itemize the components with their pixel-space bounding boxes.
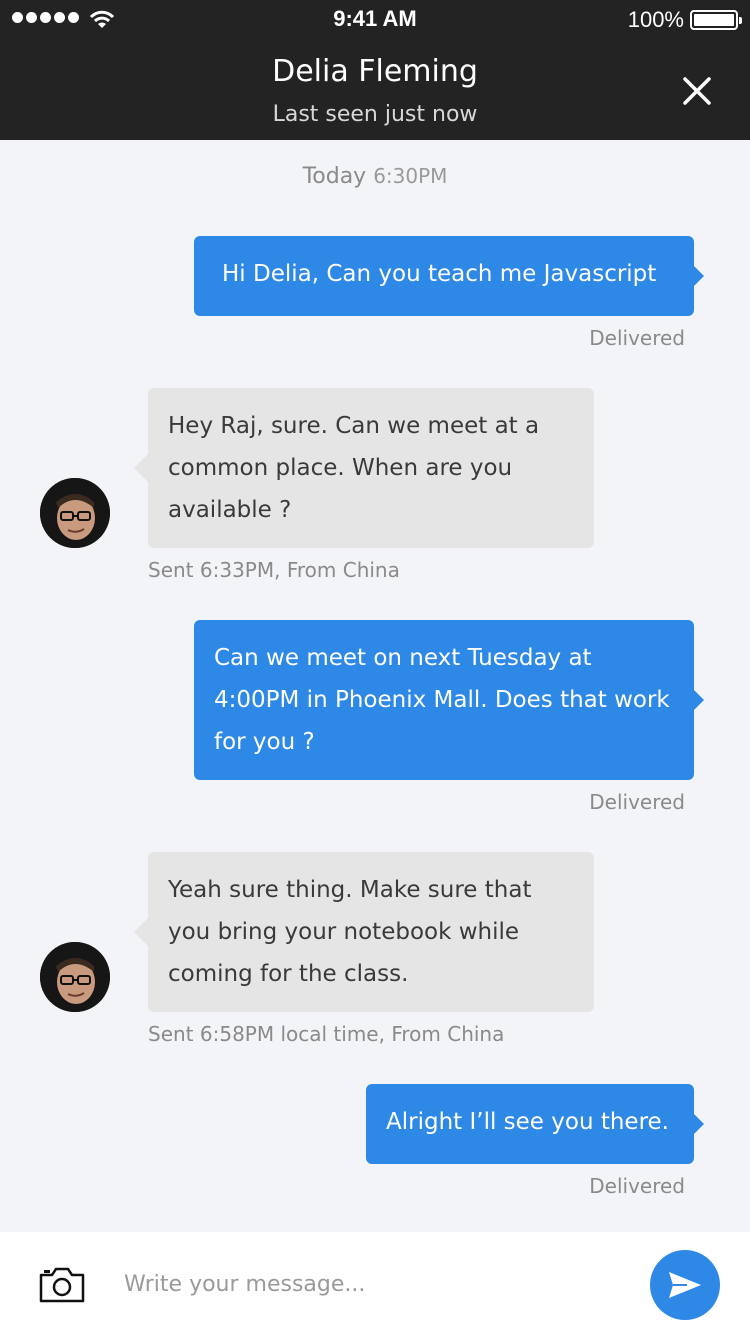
sent-info: Sent 6:33PM, From China — [148, 558, 400, 582]
outgoing-message-bubble[interactable]: Hi Delia, Can you teach me Javascript — [194, 236, 704, 316]
send-icon — [669, 1272, 701, 1298]
date-day: Today — [302, 164, 367, 189]
contact-name: Delia Fleming — [272, 54, 478, 89]
avatar[interactable] — [40, 942, 110, 1012]
message-text: Hey Raj, sure. Can we meet at a common p… — [168, 413, 540, 523]
message-text: Can we meet on next Tuesday at 4:00PM in… — [214, 645, 670, 755]
battery-percentage: 100% — [627, 7, 684, 32]
last-seen-status: Last seen just now — [272, 102, 478, 127]
close-icon[interactable] — [682, 76, 712, 106]
battery-icon — [690, 10, 742, 30]
delivery-status: Delivered — [589, 790, 685, 814]
delivery-status: Delivered — [589, 1174, 685, 1198]
message-composer — [0, 1232, 750, 1334]
chat-header: Delia Fleming Last seen just now — [0, 40, 750, 140]
avatar-image — [40, 942, 110, 1012]
outgoing-message-bubble[interactable]: Alright I’ll see you there. — [366, 1084, 704, 1164]
avatar-image — [40, 478, 110, 548]
outgoing-message-bubble[interactable]: Can we meet on next Tuesday at 4:00PM in… — [194, 620, 704, 780]
status-bar: 9:41 AM 100% — [0, 0, 750, 40]
avatar[interactable] — [40, 478, 110, 548]
message-input[interactable] — [124, 1264, 624, 1304]
send-button[interactable] — [650, 1250, 720, 1320]
camera-icon[interactable] — [38, 1266, 86, 1304]
message-text: Alright I’ll see you there. — [386, 1109, 669, 1135]
incoming-message-bubble[interactable]: Yeah sure thing. Make sure that you brin… — [134, 852, 594, 1012]
sent-info: Sent 6:58PM local time, From China — [148, 1022, 505, 1046]
incoming-message-bubble[interactable]: Hey Raj, sure. Can we meet at a common p… — [134, 388, 594, 548]
date-divider: Today 6:30PM — [0, 164, 750, 189]
message-text: Yeah sure thing. Make sure that you brin… — [168, 877, 532, 987]
message-text: Hi Delia, Can you teach me Javascript — [222, 261, 657, 287]
delivery-status: Delivered — [589, 326, 685, 350]
date-time: 6:30PM — [373, 164, 448, 188]
